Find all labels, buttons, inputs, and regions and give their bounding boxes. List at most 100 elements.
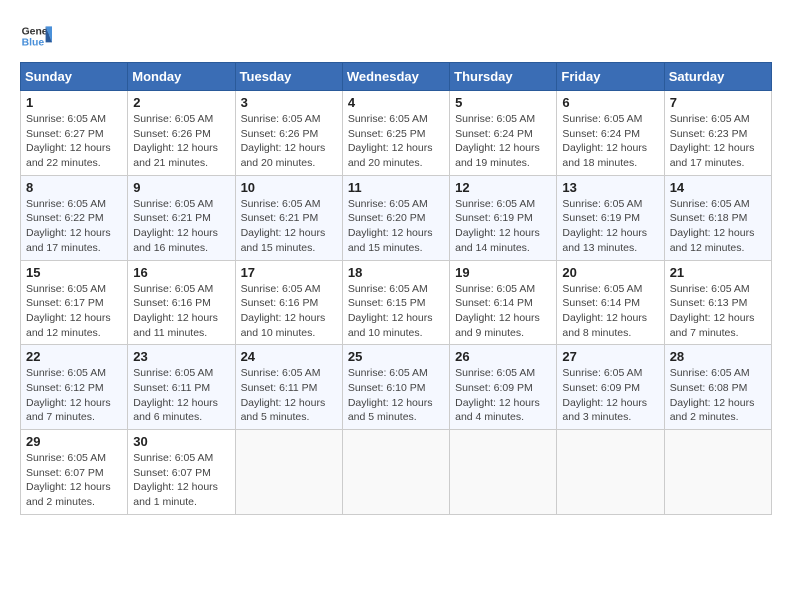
day-info: Sunrise: 6:05 AM Sunset: 6:07 PM Dayligh… [133,451,229,510]
day-info: Sunrise: 6:05 AM Sunset: 6:09 PM Dayligh… [455,366,551,425]
calendar-day-15: 15 Sunrise: 6:05 AM Sunset: 6:17 PM Dayl… [21,260,128,345]
day-number: 6 [562,95,658,110]
calendar-day-22: 22 Sunrise: 6:05 AM Sunset: 6:12 PM Dayl… [21,345,128,430]
day-info: Sunrise: 6:05 AM Sunset: 6:10 PM Dayligh… [348,366,444,425]
calendar-day-19: 19 Sunrise: 6:05 AM Sunset: 6:14 PM Dayl… [450,260,557,345]
day-number: 22 [26,349,122,364]
calendar-day-30: 30 Sunrise: 6:05 AM Sunset: 6:07 PM Dayl… [128,430,235,515]
day-number: 8 [26,180,122,195]
day-info: Sunrise: 6:05 AM Sunset: 6:27 PM Dayligh… [26,112,122,171]
calendar-day-29: 29 Sunrise: 6:05 AM Sunset: 6:07 PM Dayl… [21,430,128,515]
day-number: 27 [562,349,658,364]
day-number: 9 [133,180,229,195]
day-number: 29 [26,434,122,449]
day-number: 23 [133,349,229,364]
weekday-header-tuesday: Tuesday [235,63,342,91]
day-info: Sunrise: 6:05 AM Sunset: 6:21 PM Dayligh… [133,197,229,256]
day-info: Sunrise: 6:05 AM Sunset: 6:07 PM Dayligh… [26,451,122,510]
svg-text:Blue: Blue [22,38,45,49]
weekday-header-row: SundayMondayTuesdayWednesdayThursdayFrid… [21,63,772,91]
day-number: 11 [348,180,444,195]
weekday-header-friday: Friday [557,63,664,91]
day-info: Sunrise: 6:05 AM Sunset: 6:14 PM Dayligh… [562,282,658,341]
day-info: Sunrise: 6:05 AM Sunset: 6:14 PM Dayligh… [455,282,551,341]
day-number: 30 [133,434,229,449]
day-number: 4 [348,95,444,110]
calendar-day-13: 13 Sunrise: 6:05 AM Sunset: 6:19 PM Dayl… [557,175,664,260]
day-number: 14 [670,180,766,195]
day-info: Sunrise: 6:05 AM Sunset: 6:08 PM Dayligh… [670,366,766,425]
empty-cell [450,430,557,515]
calendar-day-12: 12 Sunrise: 6:05 AM Sunset: 6:19 PM Dayl… [450,175,557,260]
day-info: Sunrise: 6:05 AM Sunset: 6:17 PM Dayligh… [26,282,122,341]
day-info: Sunrise: 6:05 AM Sunset: 6:24 PM Dayligh… [455,112,551,171]
day-number: 20 [562,265,658,280]
calendar-table: SundayMondayTuesdayWednesdayThursdayFrid… [20,62,772,515]
calendar-day-20: 20 Sunrise: 6:05 AM Sunset: 6:14 PM Dayl… [557,260,664,345]
empty-cell [664,430,771,515]
week-row-5: 29 Sunrise: 6:05 AM Sunset: 6:07 PM Dayl… [21,430,772,515]
day-info: Sunrise: 6:05 AM Sunset: 6:11 PM Dayligh… [241,366,337,425]
day-info: Sunrise: 6:05 AM Sunset: 6:20 PM Dayligh… [348,197,444,256]
calendar-day-5: 5 Sunrise: 6:05 AM Sunset: 6:24 PM Dayli… [450,91,557,176]
weekday-header-saturday: Saturday [664,63,771,91]
day-info: Sunrise: 6:05 AM Sunset: 6:21 PM Dayligh… [241,197,337,256]
week-row-4: 22 Sunrise: 6:05 AM Sunset: 6:12 PM Dayl… [21,345,772,430]
day-number: 16 [133,265,229,280]
calendar-day-8: 8 Sunrise: 6:05 AM Sunset: 6:22 PM Dayli… [21,175,128,260]
empty-cell [235,430,342,515]
day-number: 25 [348,349,444,364]
day-info: Sunrise: 6:05 AM Sunset: 6:13 PM Dayligh… [670,282,766,341]
day-number: 10 [241,180,337,195]
day-info: Sunrise: 6:05 AM Sunset: 6:18 PM Dayligh… [670,197,766,256]
calendar-day-26: 26 Sunrise: 6:05 AM Sunset: 6:09 PM Dayl… [450,345,557,430]
day-info: Sunrise: 6:05 AM Sunset: 6:15 PM Dayligh… [348,282,444,341]
calendar-day-23: 23 Sunrise: 6:05 AM Sunset: 6:11 PM Dayl… [128,345,235,430]
week-row-3: 15 Sunrise: 6:05 AM Sunset: 6:17 PM Dayl… [21,260,772,345]
calendar-day-18: 18 Sunrise: 6:05 AM Sunset: 6:15 PM Dayl… [342,260,449,345]
day-number: 12 [455,180,551,195]
day-number: 19 [455,265,551,280]
calendar-day-3: 3 Sunrise: 6:05 AM Sunset: 6:26 PM Dayli… [235,91,342,176]
logo: General Blue [20,20,56,52]
calendar-day-4: 4 Sunrise: 6:05 AM Sunset: 6:25 PM Dayli… [342,91,449,176]
day-info: Sunrise: 6:05 AM Sunset: 6:25 PM Dayligh… [348,112,444,171]
day-number: 5 [455,95,551,110]
calendar-day-28: 28 Sunrise: 6:05 AM Sunset: 6:08 PM Dayl… [664,345,771,430]
day-number: 13 [562,180,658,195]
calendar-day-16: 16 Sunrise: 6:05 AM Sunset: 6:16 PM Dayl… [128,260,235,345]
day-info: Sunrise: 6:05 AM Sunset: 6:26 PM Dayligh… [241,112,337,171]
week-row-2: 8 Sunrise: 6:05 AM Sunset: 6:22 PM Dayli… [21,175,772,260]
calendar-day-2: 2 Sunrise: 6:05 AM Sunset: 6:26 PM Dayli… [128,91,235,176]
logo-icon: General Blue [20,20,52,52]
calendar-day-17: 17 Sunrise: 6:05 AM Sunset: 6:16 PM Dayl… [235,260,342,345]
day-info: Sunrise: 6:05 AM Sunset: 6:16 PM Dayligh… [133,282,229,341]
calendar-day-21: 21 Sunrise: 6:05 AM Sunset: 6:13 PM Dayl… [664,260,771,345]
day-number: 26 [455,349,551,364]
day-number: 21 [670,265,766,280]
week-row-1: 1 Sunrise: 6:05 AM Sunset: 6:27 PM Dayli… [21,91,772,176]
calendar-day-10: 10 Sunrise: 6:05 AM Sunset: 6:21 PM Dayl… [235,175,342,260]
day-info: Sunrise: 6:05 AM Sunset: 6:16 PM Dayligh… [241,282,337,341]
day-info: Sunrise: 6:05 AM Sunset: 6:26 PM Dayligh… [133,112,229,171]
day-number: 2 [133,95,229,110]
day-info: Sunrise: 6:05 AM Sunset: 6:23 PM Dayligh… [670,112,766,171]
day-info: Sunrise: 6:05 AM Sunset: 6:19 PM Dayligh… [455,197,551,256]
calendar-day-6: 6 Sunrise: 6:05 AM Sunset: 6:24 PM Dayli… [557,91,664,176]
calendar-day-11: 11 Sunrise: 6:05 AM Sunset: 6:20 PM Dayl… [342,175,449,260]
calendar-day-14: 14 Sunrise: 6:05 AM Sunset: 6:18 PM Dayl… [664,175,771,260]
day-number: 18 [348,265,444,280]
day-number: 7 [670,95,766,110]
calendar-day-7: 7 Sunrise: 6:05 AM Sunset: 6:23 PM Dayli… [664,91,771,176]
day-info: Sunrise: 6:05 AM Sunset: 6:19 PM Dayligh… [562,197,658,256]
empty-cell [342,430,449,515]
day-info: Sunrise: 6:05 AM Sunset: 6:22 PM Dayligh… [26,197,122,256]
day-number: 24 [241,349,337,364]
weekday-header-sunday: Sunday [21,63,128,91]
day-info: Sunrise: 6:05 AM Sunset: 6:09 PM Dayligh… [562,366,658,425]
day-info: Sunrise: 6:05 AM Sunset: 6:24 PM Dayligh… [562,112,658,171]
day-info: Sunrise: 6:05 AM Sunset: 6:12 PM Dayligh… [26,366,122,425]
weekday-header-thursday: Thursday [450,63,557,91]
weekday-header-monday: Monday [128,63,235,91]
calendar-day-24: 24 Sunrise: 6:05 AM Sunset: 6:11 PM Dayl… [235,345,342,430]
